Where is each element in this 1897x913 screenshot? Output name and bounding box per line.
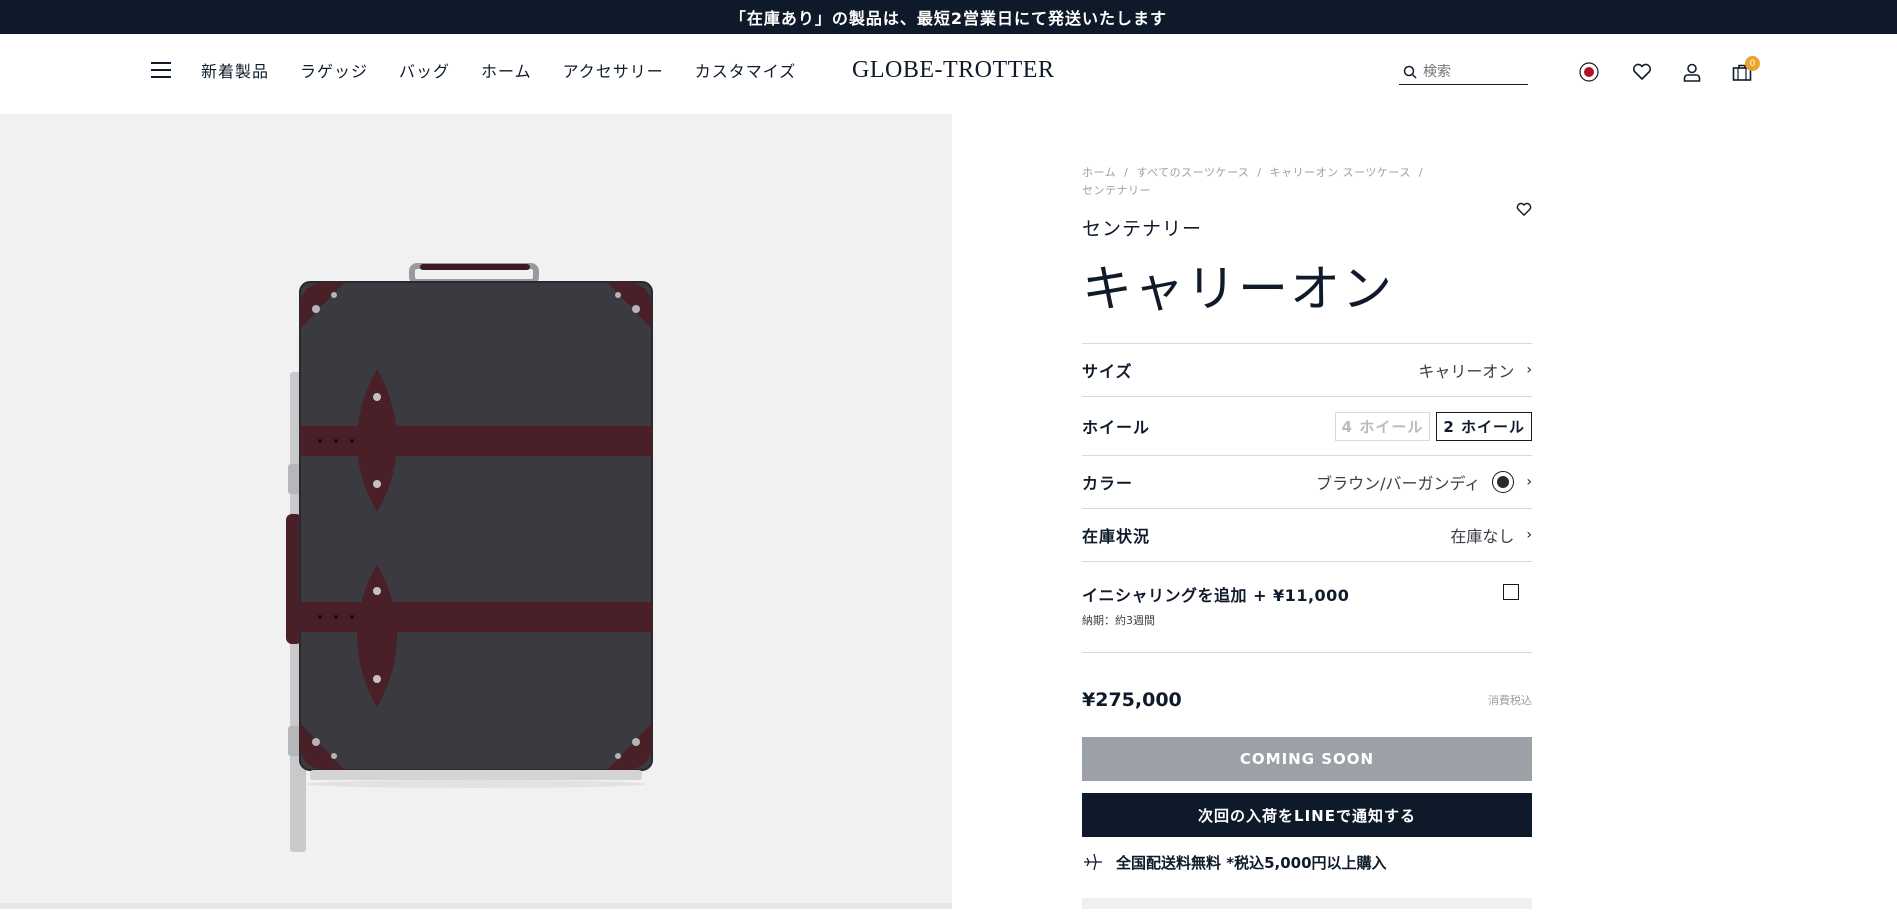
product-price: ¥275,000 — [1082, 689, 1182, 711]
option-wheels-label: ホイール — [1082, 418, 1151, 437]
search-box[interactable] — [1399, 60, 1528, 85]
shipping-info: 全国配送料無料 *税込5,000円以上購入 — [1082, 851, 1532, 873]
flag-japan-icon[interactable] — [1577, 60, 1601, 84]
option-stock[interactable]: 在庫状況 在庫なし › — [1082, 509, 1532, 562]
option-size-label: サイズ — [1082, 362, 1133, 381]
search-icon — [1403, 65, 1417, 79]
initialing-title: イニシャリングを追加 + ¥11,000 — [1082, 586, 1350, 605]
option-size[interactable]: サイズ キャリーオン › — [1082, 344, 1532, 397]
nav-item-customise[interactable]: カスタマイズ — [695, 58, 797, 82]
option-color-selector[interactable]: ブラウン/バーガンディ › — [1316, 470, 1532, 494]
option-size-selector[interactable]: キャリーオン › — [1418, 358, 1532, 382]
wheel-4-button[interactable]: 4 ホイール — [1334, 411, 1431, 441]
cart-bag-icon[interactable]: 0 — [1730, 56, 1760, 84]
menu-icon[interactable] — [151, 62, 171, 80]
option-color-label: カラー — [1082, 474, 1134, 493]
coming-soon-button[interactable]: COMING SOON — [1082, 737, 1532, 781]
announcement-text: 「在庫あり」の製品は、最短2営業日にて発送いたします — [729, 9, 1168, 28]
initialing-checkbox[interactable] — [1503, 584, 1519, 600]
nav-item-home[interactable]: ホーム — [481, 58, 532, 82]
account-icon[interactable] — [1680, 60, 1704, 84]
search-input[interactable] — [1423, 64, 1523, 80]
product-collection: センテナリー — [1082, 218, 1203, 240]
product-name: キャリーオン — [1082, 260, 1394, 318]
wishlist-heart-icon[interactable] — [1516, 202, 1532, 221]
breadcrumb-home[interactable]: ホーム — [1082, 166, 1116, 179]
product-image-gallery[interactable] — [0, 114, 952, 909]
nav-item-bags[interactable]: バッグ — [399, 58, 450, 82]
option-color[interactable]: カラー ブラウン/バーガンディ › — [1082, 456, 1532, 509]
nav-item-new[interactable]: 新着製品 — [201, 58, 269, 82]
chevron-right-icon: › — [1526, 527, 1532, 543]
chevron-right-icon: › — [1526, 474, 1532, 490]
shipping-text: 全国配送料無料 *税込5,000円以上購入 — [1116, 853, 1387, 872]
product-details-panel: ホーム / すべてのスーツケース / キャリーオン スーツケース / センテナリー センテナ… — [1082, 114, 1532, 873]
main-nav: 新着製品 ラゲッジ バッグ ホーム アクセサリー カスタマイズ — [201, 58, 796, 82]
initialing-option: イニシャリングを追加 + ¥11,000 納期：約3週間 — [1082, 562, 1532, 653]
chevron-right-icon: › — [1526, 362, 1532, 378]
announcement-bar: 「在庫あり」の製品は、最短2営業日にて発送いたします — [0, 0, 1897, 34]
breadcrumb-all-suitcases[interactable]: すべてのスーツケース — [1136, 166, 1249, 179]
option-stock-value: 在庫なし — [1450, 527, 1515, 546]
plane-icon — [1084, 853, 1102, 871]
next-section-edge — [1082, 898, 1532, 909]
option-wheels: ホイール 4 ホイール 2 ホイール — [1082, 397, 1532, 456]
option-stock-selector[interactable]: 在庫なし › — [1450, 523, 1532, 547]
gallery-scrollbar[interactable] — [0, 903, 952, 909]
price-row: ¥275,000 消費税込 — [1082, 689, 1532, 711]
cart-count-badge: 0 — [1745, 56, 1760, 71]
line-notify-button[interactable]: 次回の入荷をLINEで通知する — [1082, 793, 1532, 837]
suitcase-product-image — [286, 263, 653, 852]
tax-note: 消費税込 — [1488, 694, 1532, 707]
breadcrumb-current: センテナリー — [1082, 184, 1151, 197]
product-options: サイズ キャリーオン › ホイール 4 ホイール 2 ホイール カラー ブラウン/… — [1082, 343, 1532, 562]
wheel-2-button[interactable]: 2 ホイール — [1436, 411, 1532, 441]
nav-item-luggage[interactable]: ラゲッジ — [300, 58, 368, 82]
option-stock-label: 在庫状況 — [1082, 527, 1151, 546]
site-header: 新着製品 ラゲッジ バッグ ホーム アクセサリー カスタマイズ GLOBE-TR… — [0, 34, 1897, 114]
wishlist-heart-icon[interactable] — [1630, 60, 1654, 84]
option-size-value: キャリーオン — [1418, 362, 1515, 381]
brand-logo[interactable]: GLOBE-TROTTER — [852, 57, 1054, 84]
option-color-value: ブラウン/バーガンディ — [1316, 474, 1481, 493]
nav-item-accessories[interactable]: アクセサリー — [563, 58, 664, 82]
breadcrumb: ホーム / すべてのスーツケース / キャリーオン スーツケース / センテナリー — [1082, 166, 1424, 197]
initialing-lead-time: 納期：約3週間 — [1082, 614, 1155, 627]
breadcrumb-carry-on[interactable]: キャリーオン スーツケース — [1270, 166, 1411, 179]
color-swatch[interactable] — [1492, 471, 1515, 493]
